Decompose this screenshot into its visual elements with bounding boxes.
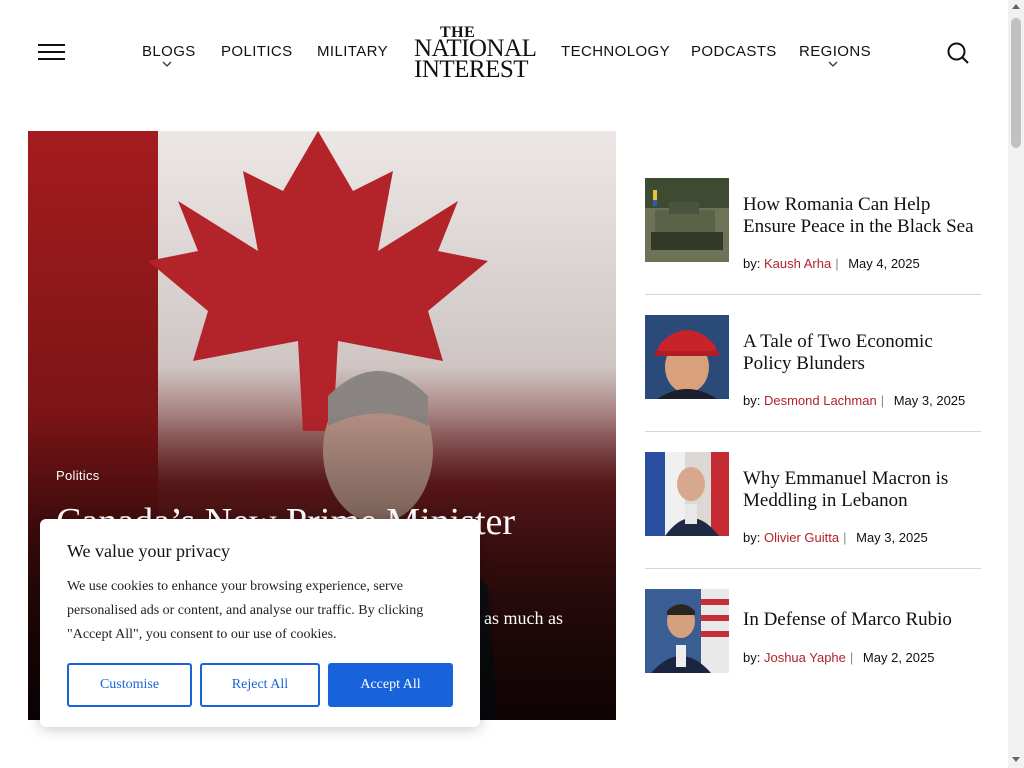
nav-politics[interactable]: POLITICS bbox=[221, 43, 293, 60]
article-title[interactable]: Why Emmanuel Macron is Meddling in Leban… bbox=[743, 468, 981, 512]
article-card[interactable]: How Romania Can Help Ensure Peace in the… bbox=[645, 178, 981, 278]
article-thumbnail[interactable] bbox=[645, 178, 729, 262]
article-thumbnail[interactable] bbox=[645, 589, 729, 673]
byline-label: by: bbox=[743, 393, 761, 408]
cookie-consent-dialog: We value your privacy We use cookies to … bbox=[40, 519, 480, 727]
nav-military[interactable]: MILITARY bbox=[317, 43, 388, 60]
article-card[interactable]: Why Emmanuel Macron is Meddling in Leban… bbox=[645, 452, 981, 552]
article-card[interactable]: A Tale of Two Economic Policy Blunders b… bbox=[645, 315, 981, 415]
scroll-up-arrow-icon[interactable] bbox=[1012, 4, 1020, 9]
article-meta: by: Joshua Yaphe | May 2, 2025 bbox=[743, 650, 935, 665]
article-meta: by: Kaush Arha | May 4, 2025 bbox=[743, 256, 920, 271]
accept-all-button[interactable]: Accept All bbox=[328, 663, 453, 707]
logo-line-3: INTEREST bbox=[414, 56, 529, 83]
reject-all-button[interactable]: Reject All bbox=[200, 663, 320, 707]
article-author[interactable]: Joshua Yaphe bbox=[764, 650, 846, 665]
byline-label: by: bbox=[743, 256, 761, 271]
customise-button[interactable]: Customise bbox=[67, 663, 192, 707]
article-title[interactable]: How Romania Can Help Ensure Peace in the… bbox=[743, 194, 981, 238]
article-title[interactable]: A Tale of Two Economic Policy Blunders bbox=[743, 331, 981, 375]
nav-regions[interactable]: REGIONS bbox=[799, 43, 871, 60]
cookie-title: We value your privacy bbox=[67, 541, 230, 561]
nav-podcasts[interactable]: PODCASTS bbox=[691, 43, 777, 60]
byline-label: by: bbox=[743, 530, 761, 545]
hamburger-menu-icon[interactable] bbox=[38, 44, 65, 60]
byline-label: by: bbox=[743, 650, 761, 665]
scroll-down-arrow-icon[interactable] bbox=[1012, 757, 1020, 762]
article-title[interactable]: In Defense of Marco Rubio bbox=[743, 609, 981, 631]
search-icon[interactable] bbox=[946, 41, 970, 65]
article-meta: by: Desmond Lachman | May 3, 2025 bbox=[743, 393, 966, 408]
chevron-down-icon[interactable] bbox=[162, 61, 172, 70]
article-card[interactable]: In Defense of Marco Rubio by: Joshua Yap… bbox=[645, 589, 981, 679]
page-scrollbar[interactable] bbox=[1008, 0, 1024, 768]
article-date: May 3, 2025 bbox=[893, 393, 966, 408]
hero-excerpt: as much as bbox=[484, 608, 563, 628]
article-date: May 3, 2025 bbox=[856, 530, 928, 545]
article-thumbnail[interactable] bbox=[645, 315, 729, 399]
article-date: May 2, 2025 bbox=[862, 650, 935, 665]
site-logo[interactable]: THE NATIONAL INTEREST bbox=[412, 24, 537, 82]
divider bbox=[645, 568, 981, 569]
hero-category[interactable]: Politics bbox=[56, 468, 100, 483]
article-author[interactable]: Kaush Arha bbox=[764, 256, 831, 271]
site-header: BLOGS POLITICS MILITARY THE NATIONAL INT… bbox=[0, 0, 1008, 104]
nav-blogs[interactable]: BLOGS bbox=[142, 43, 196, 60]
nav-technology[interactable]: TECHNOLOGY bbox=[561, 43, 670, 60]
divider bbox=[645, 431, 981, 432]
scrollbar-thumb[interactable] bbox=[1011, 18, 1021, 148]
divider bbox=[645, 294, 981, 295]
article-author[interactable]: Olivier Guitta bbox=[764, 530, 839, 545]
chevron-down-icon[interactable] bbox=[828, 61, 838, 70]
article-meta: by: Olivier Guitta | May 3, 2025 bbox=[743, 530, 928, 545]
cookie-text: We use cookies to enhance your browsing … bbox=[67, 579, 424, 642]
article-thumbnail[interactable] bbox=[645, 452, 729, 536]
article-date: May 4, 2025 bbox=[848, 256, 920, 271]
article-author[interactable]: Desmond Lachman bbox=[764, 393, 877, 408]
